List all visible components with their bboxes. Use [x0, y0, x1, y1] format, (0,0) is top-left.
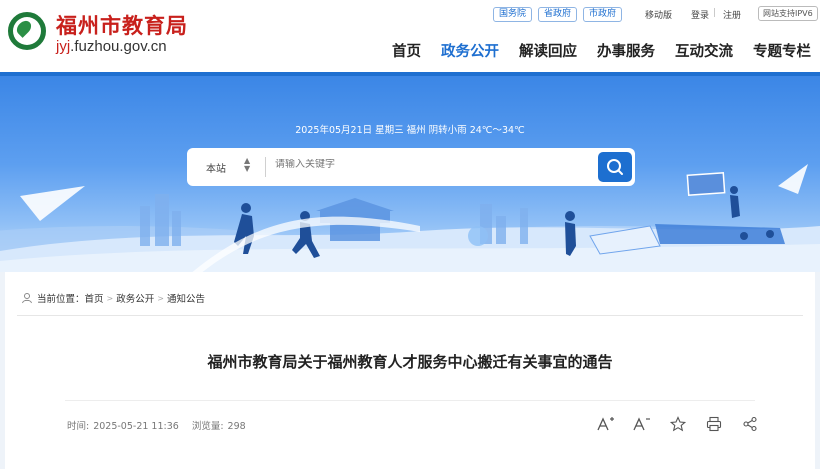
article-card: 当前位置： 首页 > 政务公开 > 通知公告 福州市教育局关于福州教育人才服务中…	[5, 272, 815, 469]
font-increase-icon	[597, 417, 614, 431]
share-icon	[743, 416, 757, 432]
hero-banner: 2025年05月21日 星期三 福州 阴转小雨 24℃～34℃ 本站 ▲ ▼	[0, 76, 820, 272]
ipv6-badge: 网站支持IPV6	[758, 6, 818, 21]
print-button[interactable]	[705, 415, 723, 433]
meta-divider	[65, 400, 755, 401]
top-links: 国务院 省政府 市政府	[493, 7, 623, 22]
publish-time: 2025-05-21 11:36	[93, 421, 179, 432]
print-icon	[706, 416, 722, 432]
link-provincial-government[interactable]: 省政府	[538, 7, 578, 22]
time-label: 时间:	[67, 421, 90, 432]
nav-item-government-affairs[interactable]: 政务公开	[441, 40, 499, 61]
article-meta: 时间: 2025-05-21 11:36 浏览量: 298	[67, 418, 256, 432]
mobile-version-link[interactable]: 移动版	[645, 8, 672, 21]
main-nav: 首页 政务公开 解读回应 办事服务 互动交流 专题专栏	[392, 40, 811, 61]
nav-item-interpretation[interactable]: 解读回应	[519, 40, 577, 61]
breadcrumb-label: 当前位置：	[37, 294, 85, 305]
search-input[interactable]	[275, 159, 575, 170]
search-icon	[607, 159, 623, 175]
breadcrumb-home[interactable]: 首页	[85, 291, 104, 305]
home-icon	[22, 293, 32, 304]
star-icon	[670, 416, 686, 432]
nav-item-interaction[interactable]: 互动交流	[675, 40, 733, 61]
favorite-button[interactable]	[669, 415, 687, 433]
site-header: 福州市教育局 jyj.fuzhou.gov.cn 国务院 省政府 市政府 移动版…	[0, 0, 820, 72]
breadcrumb-separator-icon: >	[106, 293, 114, 303]
nav-item-home[interactable]: 首页	[392, 40, 421, 61]
register-link[interactable]: 注册	[723, 8, 741, 21]
font-decrease-button[interactable]	[633, 415, 651, 433]
breadcrumb: 当前位置： 首页 > 政务公开 > 通知公告	[21, 291, 205, 305]
article-tools	[597, 415, 759, 433]
login-divider: |	[713, 8, 717, 18]
breadcrumb-government-affairs[interactable]: 政务公开	[116, 291, 154, 305]
paper-plane-right-icon	[778, 164, 808, 194]
search-scope-select[interactable]: 本站	[206, 160, 226, 175]
site-logo-icon[interactable]	[8, 12, 46, 50]
article-title: 福州市教育局关于福州教育人才服务中心搬迁有关事宜的通告	[207, 353, 613, 371]
search-divider	[265, 157, 266, 177]
login-link[interactable]: 登录	[691, 8, 709, 21]
share-button[interactable]	[741, 415, 759, 433]
site-domain: jyj.fuzhou.gov.cn	[56, 38, 167, 55]
font-decrease-icon	[633, 417, 650, 431]
domain-suffix: .fuzhou.gov.cn	[70, 38, 167, 55]
sort-arrows-icon[interactable]: ▲ ▼	[244, 157, 250, 173]
search-bar: 本站 ▲ ▼	[187, 148, 635, 186]
breadcrumb-divider	[17, 315, 803, 316]
view-count: 298	[227, 421, 246, 432]
link-state-council[interactable]: 国务院	[493, 7, 533, 22]
views-label: 浏览量:	[191, 421, 224, 432]
link-city-government[interactable]: 市政府	[583, 7, 623, 22]
date-weather: 2025年05月21日 星期三 福州 阴转小雨 24℃～34℃	[295, 125, 525, 136]
domain-prefix: jyj	[56, 38, 71, 55]
font-increase-button[interactable]	[597, 415, 615, 433]
nav-item-special-topics[interactable]: 专题专栏	[753, 40, 811, 61]
search-button[interactable]	[598, 152, 632, 182]
nav-item-services[interactable]: 办事服务	[597, 40, 655, 61]
paper-plane-left-icon	[20, 186, 85, 221]
site-name[interactable]: 福州市教育局	[56, 10, 188, 40]
breadcrumb-notices[interactable]: 通知公告	[167, 291, 205, 305]
breadcrumb-separator-icon: >	[157, 293, 164, 303]
